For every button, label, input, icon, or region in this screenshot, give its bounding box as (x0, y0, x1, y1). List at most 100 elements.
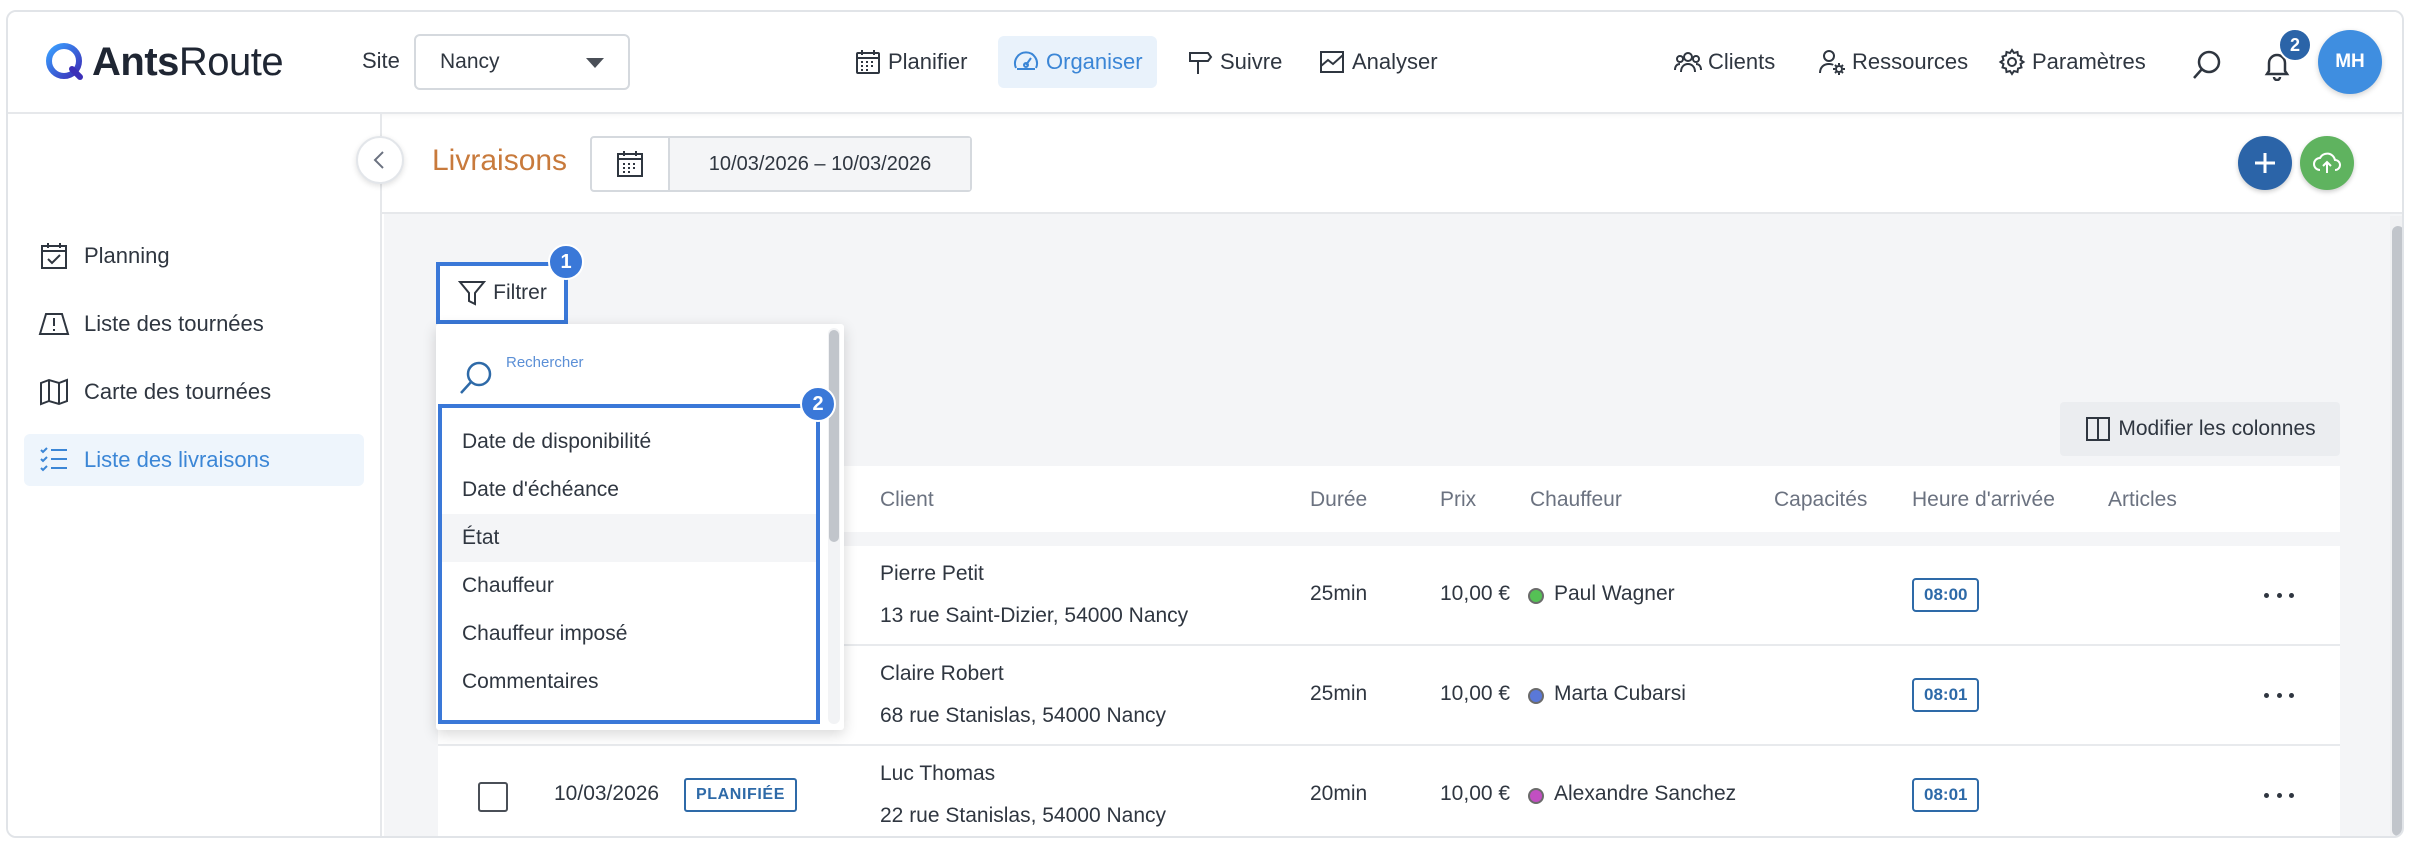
column-header-articles[interactable]: Articles (2108, 488, 2177, 512)
app-logo[interactable]: Ants Route (44, 38, 284, 86)
client-address: 22 rue Stanislas, 54000 Nancy (880, 804, 1167, 827)
table-row[interactable]: 10/03/2026 PLANIFIÉE Luc Thomas 22 rue S… (438, 746, 2340, 836)
price: 10,00 € (1440, 682, 1511, 705)
plus-icon (2255, 153, 2275, 173)
gear-icon (1998, 48, 2026, 76)
nav-organiser-label: Organiser (1046, 49, 1143, 74)
sidebar-item-liste-livraisons[interactable]: Liste des livraisons (24, 434, 364, 486)
nav-organiser[interactable]: Organiser (998, 36, 1157, 88)
nav-suivre[interactable]: Suivre (1172, 36, 1296, 88)
date-picker-button[interactable] (592, 138, 670, 190)
top-navigation: Ants Route Site Nancy Planifier Organiser (8, 12, 2402, 114)
column-header-duree[interactable]: Durée (1310, 488, 1367, 512)
price: 10,00 € (1440, 782, 1511, 805)
collapse-sidebar-button[interactable] (356, 136, 404, 184)
search-icon (460, 361, 492, 394)
signpost-icon (1189, 52, 1213, 74)
delivery-date: 10/03/2026 (554, 782, 660, 805)
driver-name[interactable]: Marta Cubarsi (1554, 682, 1686, 706)
filter-dropdown-scrollbar[interactable] (828, 328, 840, 724)
client-name[interactable]: Pierre Petit (880, 562, 984, 586)
driver-name[interactable]: Alexandre Sanchez (1554, 782, 1736, 806)
user-avatar[interactable]: MH (2318, 30, 2382, 94)
nav-ressources-label: Ressources (1852, 49, 1969, 74)
driver-name[interactable]: Paul Wagner (1554, 582, 1675, 606)
duration: 20min (1310, 782, 1368, 805)
sidebar-item-liste-tournees[interactable]: Liste des tournées (24, 298, 364, 350)
filter-option-chauffeur-impose[interactable]: Chauffeur imposé (442, 610, 816, 658)
nav-analyser-label: Analyser (1352, 49, 1438, 74)
filter-option-commentaires[interactable]: Commentaires (442, 658, 816, 706)
map-icon (40, 378, 68, 406)
scrollbar-thumb[interactable] (2392, 226, 2402, 836)
column-header-client[interactable]: Client (880, 488, 934, 512)
nav-analyser[interactable]: Analyser (1304, 36, 1452, 88)
filter-option-date-disponibilite[interactable]: Date de disponibilité (442, 418, 816, 466)
filter-options-list: Date de disponibilité Date d'échéance Ét… (438, 404, 820, 724)
client-name[interactable]: Claire Robert (880, 662, 1004, 686)
sidebar-item-liste-livraisons-label: Liste des livraisons (84, 447, 270, 472)
sidebar-item-carte-tournees-label: Carte des tournées (84, 379, 272, 404)
column-header-chauffeur[interactable]: Chauffeur (1530, 488, 1622, 512)
date-range-value[interactable]: 10/03/2026 – 10/03/2026 (670, 138, 970, 190)
more-actions-icon[interactable] (2264, 690, 2294, 700)
calendar-icon (617, 151, 643, 177)
nav-clients[interactable]: Clients (1660, 36, 1789, 88)
duration: 25min (1310, 682, 1368, 705)
nav-clients-label: Clients (1708, 49, 1776, 74)
scrollbar-thumb[interactable] (829, 330, 839, 542)
more-actions-icon[interactable] (2264, 790, 2294, 800)
caret-down-icon (586, 58, 604, 68)
filter-search-input[interactable]: Rechercher (506, 354, 584, 371)
people-icon (1674, 52, 1702, 73)
duration: 25min (1310, 582, 1368, 605)
nav-planifier[interactable]: Planifier (840, 36, 981, 88)
filter-button[interactable]: Filtrer (436, 262, 568, 324)
client-address: 13 rue Saint-Dizier, 54000 Nancy (880, 604, 1189, 627)
chart-icon (1320, 51, 1344, 73)
sidebar-item-planning[interactable]: Planning (24, 230, 364, 282)
filter-button-label: Filtrer (493, 281, 547, 304)
modify-columns-button[interactable]: Modifier les colonnes (2060, 402, 2340, 456)
app-window: Ants Route Site Nancy Planifier Organiser (6, 10, 2404, 838)
route-list-icon (38, 313, 70, 335)
arrival-time-badge: 08:01 (1912, 678, 1980, 712)
nav-parametres[interactable]: Paramètres (1984, 36, 2160, 88)
nav-ressources[interactable]: Ressources (1804, 36, 1982, 88)
column-header-prix[interactable]: Prix (1440, 488, 1476, 512)
row-checkbox[interactable] (478, 782, 508, 812)
chevron-left-icon (373, 151, 384, 169)
add-delivery-button[interactable] (2238, 136, 2292, 190)
checklist-icon (40, 447, 67, 472)
filter-option-date-echeance[interactable]: Date d'échéance (442, 466, 816, 514)
status-badge: PLANIFIÉE (684, 778, 797, 812)
cloud-upload-icon (2313, 152, 2341, 173)
page-title: Livraisons (432, 144, 568, 177)
column-header-capacites[interactable]: Capacités (1774, 488, 1867, 512)
sidebar-item-liste-tournees-label: Liste des tournées (84, 311, 264, 336)
filter-option-chauffeur[interactable]: Chauffeur (442, 562, 816, 610)
client-name[interactable]: Luc Thomas (880, 762, 995, 786)
calendar-icon (856, 50, 880, 74)
filter-dropdown: Rechercher Date de disponibilité Date d'… (436, 324, 844, 730)
column-header-heure-arrivee[interactable]: Heure d'arrivée (1912, 488, 2055, 512)
search-button[interactable] (2190, 48, 2224, 82)
site-select-value: Nancy (440, 50, 500, 73)
step-badge-1: 1 (548, 244, 584, 280)
site-select[interactable]: Nancy (414, 34, 630, 90)
user-gear-icon (1819, 50, 1845, 75)
arrival-time-badge: 08:01 (1912, 778, 1980, 812)
columns-icon (2086, 417, 2111, 441)
notification-count-badge: 2 (2278, 28, 2312, 62)
nav-planifier-label: Planifier (888, 49, 968, 74)
client-address: 68 rue Stanislas, 54000 Nancy (880, 704, 1167, 727)
more-actions-icon[interactable] (2264, 590, 2294, 600)
brand-name-light: Route (178, 39, 284, 84)
date-range-picker[interactable]: 10/03/2026 – 10/03/2026 (590, 136, 972, 192)
content-scrollbar[interactable] (2390, 216, 2402, 836)
funnel-icon (458, 281, 487, 306)
filter-option-etat[interactable]: État (442, 514, 816, 562)
sidebar-item-carte-tournees[interactable]: Carte des tournées (24, 366, 364, 418)
sidebar: Planning Liste des tournées Carte des to… (8, 114, 382, 836)
import-button[interactable] (2300, 136, 2354, 190)
